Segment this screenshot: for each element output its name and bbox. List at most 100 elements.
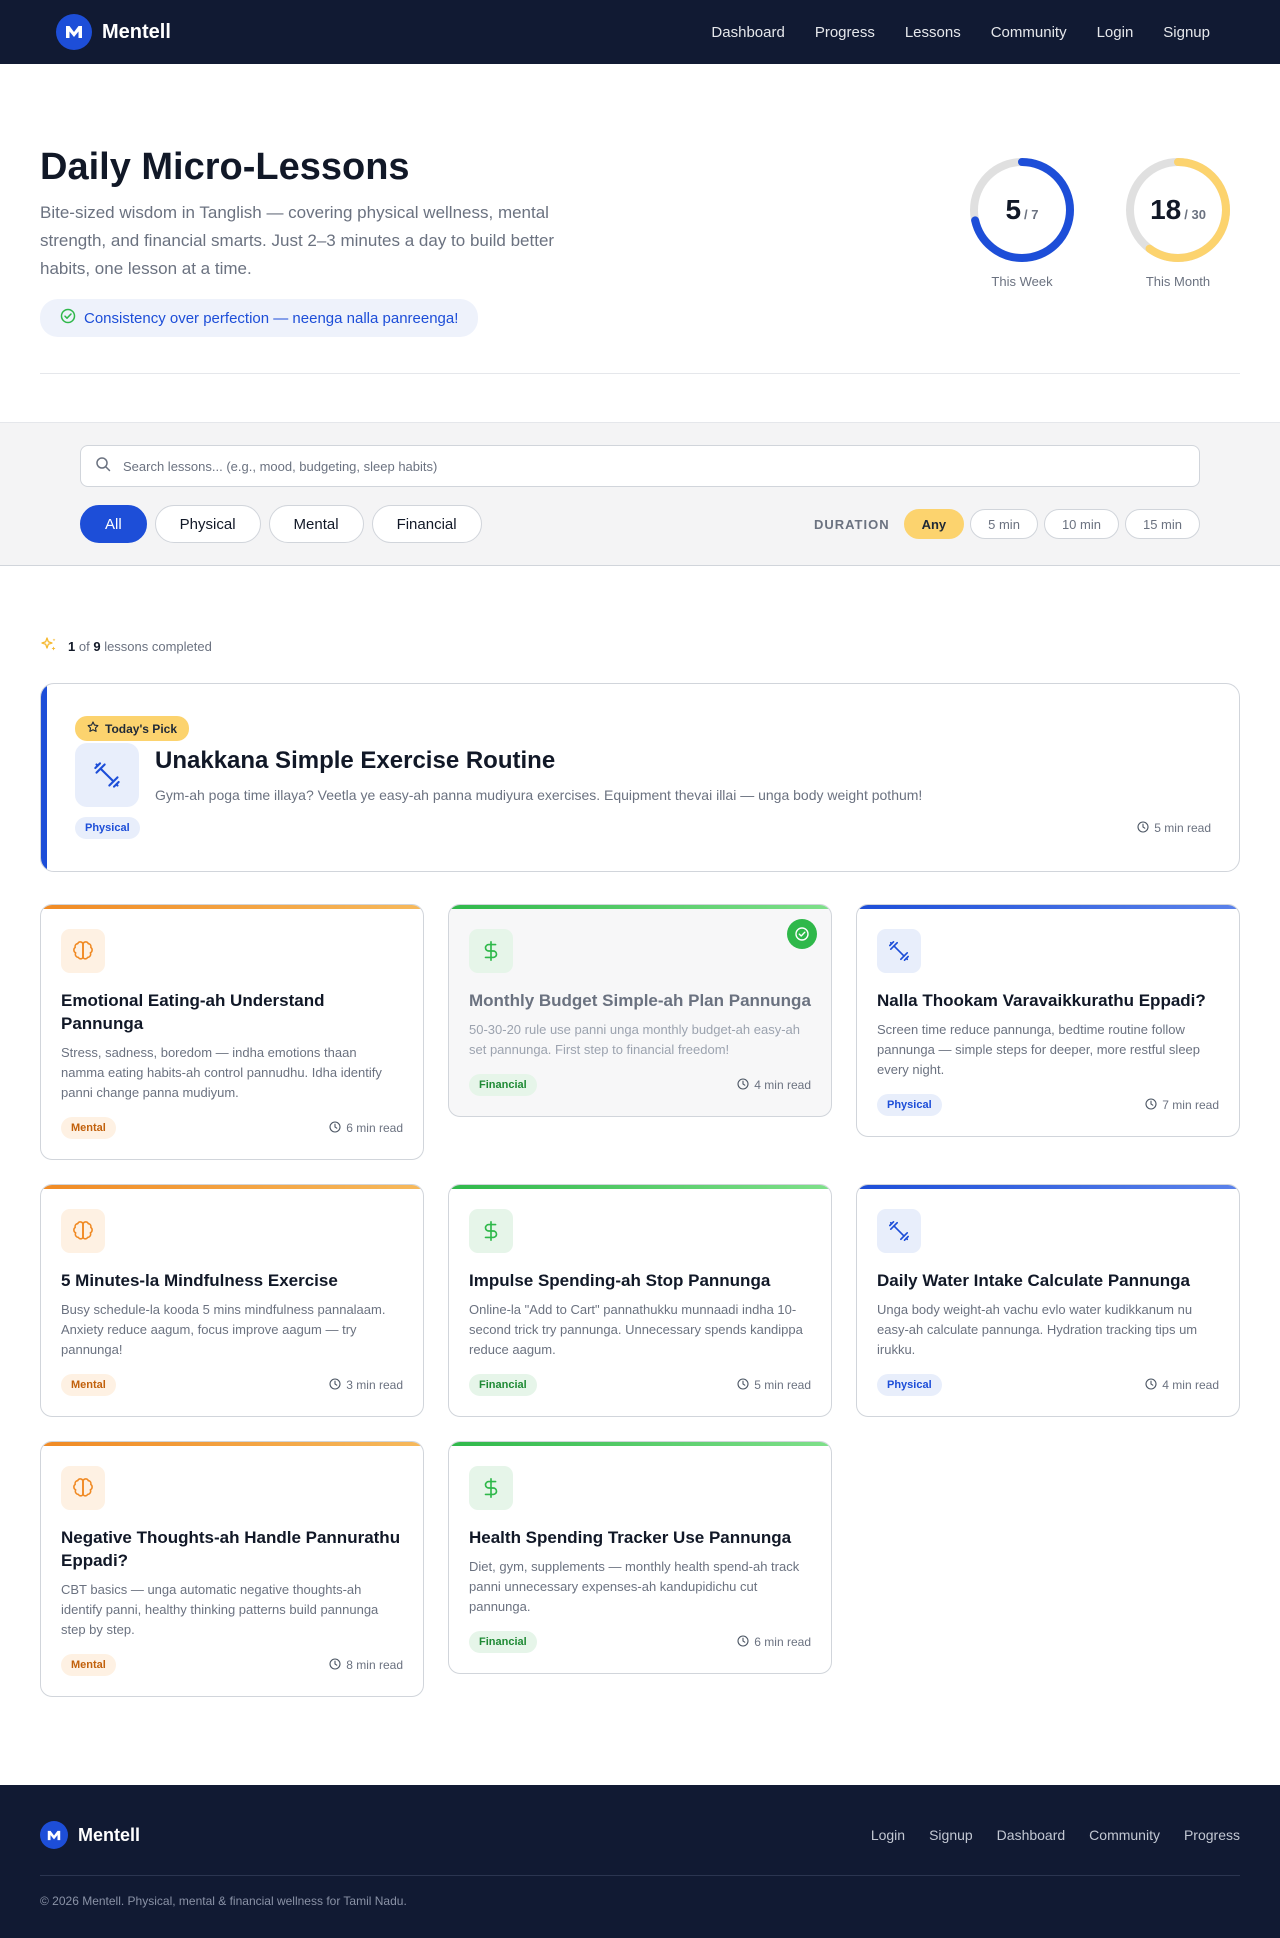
category-tag: Mental [61, 1374, 116, 1396]
category-tag: Mental [61, 1654, 116, 1676]
clock-icon [329, 1377, 341, 1393]
clock-icon [737, 1077, 749, 1093]
lessons-main: 1 of 9 lessons completed Today's Pick Un… [0, 566, 1280, 1785]
lesson-description: Stress, sadness, boredom — indha emotion… [61, 1045, 382, 1100]
brain-icon [61, 1466, 105, 1510]
nav-link-login[interactable]: Login [1097, 24, 1134, 41]
featured-lesson-card[interactable]: Today's Pick Unakkana Simple Exercise Ro… [40, 683, 1240, 872]
star-icon [87, 721, 99, 736]
todays-pick-badge: Today's Pick [75, 716, 189, 741]
lesson-title: Negative Thoughts-ah Handle Pannurathu E… [61, 1528, 401, 1570]
read-time-text: 4 min read [1162, 1378, 1219, 1392]
top-navbar: Mentell Dashboard Progress Lessons Commu… [0, 0, 1280, 64]
lesson-card[interactable]: Daily Water Intake Calculate Pannunga Un… [856, 1184, 1240, 1417]
nav-link-dashboard[interactable]: Dashboard [711, 24, 784, 41]
category-tag: Physical [75, 817, 140, 839]
lesson-title: Emotional Eating-ah Understand Pannunga [61, 991, 325, 1033]
footer-link-signup[interactable]: Signup [929, 1827, 973, 1843]
search-input[interactable] [123, 458, 1185, 474]
lesson-card[interactable]: Impulse Spending-ah Stop Pannunga Online… [448, 1184, 832, 1417]
lesson-description: Unga body weight-ah vachu evlo water kud… [877, 1302, 1198, 1357]
brain-icon [61, 929, 105, 973]
duration-15-min-button[interactable]: 15 min [1124, 509, 1200, 539]
dollar-icon [469, 1209, 513, 1253]
duration-label: DURATION [813, 516, 890, 532]
completed-suffix: lessons completed [104, 639, 212, 654]
read-time: 8 min read [329, 1657, 403, 1673]
category-tag: Financial [469, 1074, 537, 1096]
clock-icon [1137, 820, 1149, 836]
category-filters: All Physical Mental Financial [80, 505, 482, 543]
footer-link-progress[interactable]: Progress [1184, 1827, 1240, 1843]
lesson-description: CBT basics — unga automatic negative tho… [61, 1582, 379, 1637]
read-time-text: 3 min read [346, 1378, 403, 1392]
nav-link-signup[interactable]: Signup [1163, 24, 1210, 41]
lesson-card[interactable]: Negative Thoughts-ah Handle Pannurathu E… [40, 1441, 424, 1697]
duration-5-min-button[interactable]: 5 min [970, 509, 1038, 539]
lesson-description: Screen time reduce pannunga, bedtime rou… [877, 1022, 1201, 1077]
category-tag: Physical [877, 1374, 942, 1396]
footer-link-community[interactable]: Community [1089, 1827, 1160, 1843]
lesson-description: Busy schedule-la kooda 5 mins mindfulnes… [61, 1302, 386, 1357]
lesson-title: Impulse Spending-ah Stop Pannunga [469, 1271, 771, 1290]
lesson-description: 50-30-20 rule use panni unga monthly bud… [469, 1022, 801, 1057]
lesson-title: Health Spending Tracker Use Pannunga [469, 1528, 792, 1547]
clock-icon [737, 1377, 749, 1393]
footer: Mentell Login Signup Dashboard Community… [0, 1785, 1280, 1938]
lesson-description: Online-la "Add to Cart" pannathukku munn… [469, 1302, 803, 1357]
brand[interactable]: Mentell [56, 14, 171, 50]
clock-icon [737, 1634, 749, 1650]
encouragement-text: Consistency over perfection — neenga nal… [84, 309, 459, 327]
lesson-card[interactable]: 5 Minutes-la Mindfulness Exercise Busy s… [40, 1184, 424, 1417]
nav-link-lessons[interactable]: Lessons [905, 24, 961, 41]
brain-icon [61, 1209, 105, 1253]
lessons-grid: Emotional Eating-ah Understand Pannunga … [40, 904, 1240, 1697]
page-subtitle: Bite-sized wisdom in Tanglish — covering… [40, 203, 555, 278]
read-time-text: 7 min read [1162, 1098, 1219, 1112]
dumbbell-icon [75, 743, 139, 807]
completed-count: 1 [68, 639, 76, 654]
brand-logo-icon [40, 1821, 68, 1849]
read-time-text: 4 min read [754, 1078, 811, 1092]
duration-filters: DURATION Any 5 min 10 min 15 min [814, 509, 1200, 539]
month-label: This Month [1145, 274, 1211, 289]
dumbbell-icon [877, 929, 921, 973]
clock-icon [329, 1120, 341, 1136]
lesson-card[interactable]: Health Spending Tracker Use Pannunga Die… [448, 1441, 832, 1674]
progress-rings: 5 / 7 This Week 18 / 30 This Month [968, 136, 1240, 337]
dollar-icon [469, 1466, 513, 1510]
duration-10-min-button[interactable]: 10 min [1043, 509, 1119, 539]
category-financial-button[interactable]: Financial [371, 505, 482, 543]
category-physical-button[interactable]: Physical [154, 505, 261, 543]
duration-any-button[interactable]: Any [903, 509, 965, 539]
page-title: Daily Micro-Lessons [40, 146, 410, 188]
read-time-text: 5 min read [1154, 821, 1211, 835]
month-count: 18 [1150, 194, 1182, 225]
lesson-title: Nalla Thookam Varavaikkurathu Eppadi? [877, 991, 1206, 1010]
footer-brand-name: Mentell [78, 1824, 141, 1845]
sparkles-icon [40, 636, 58, 657]
clock-icon [1145, 1097, 1157, 1113]
read-time-text: 6 min read [346, 1121, 403, 1135]
dumbbell-icon [877, 1209, 921, 1253]
filter-bar: All Physical Mental Financial DURATION A… [0, 422, 1280, 566]
lesson-card-completed[interactable]: Monthly Budget Simple-ah Plan Pannunga 5… [448, 904, 832, 1117]
brand-name: Mentell [102, 20, 171, 43]
footer-brand[interactable]: Mentell [40, 1821, 140, 1849]
category-mental-button[interactable]: Mental [268, 505, 364, 543]
category-tag: Physical [877, 1094, 942, 1116]
encouragement-pill: Consistency over perfection — neenga nal… [40, 299, 479, 337]
category-tag: Financial [469, 1374, 537, 1396]
featured-title: Unakkana Simple Exercise Routine [155, 747, 556, 774]
lesson-card[interactable]: Emotional Eating-ah Understand Pannunga … [40, 904, 424, 1160]
todays-pick-label: Today's Pick [105, 721, 177, 736]
footer-link-login[interactable]: Login [871, 1827, 905, 1843]
lesson-description: Diet, gym, supplements — monthly health … [469, 1559, 800, 1614]
footer-links: Login Signup Dashboard Community Progres… [871, 1827, 1240, 1843]
lesson-card[interactable]: Nalla Thookam Varavaikkurathu Eppadi? Sc… [856, 904, 1240, 1137]
nav-link-community[interactable]: Community [991, 24, 1067, 41]
footer-link-dashboard[interactable]: Dashboard [997, 1827, 1066, 1843]
dollar-icon [469, 929, 513, 973]
category-all-button[interactable]: All [80, 505, 147, 543]
nav-link-progress[interactable]: Progress [815, 24, 875, 41]
